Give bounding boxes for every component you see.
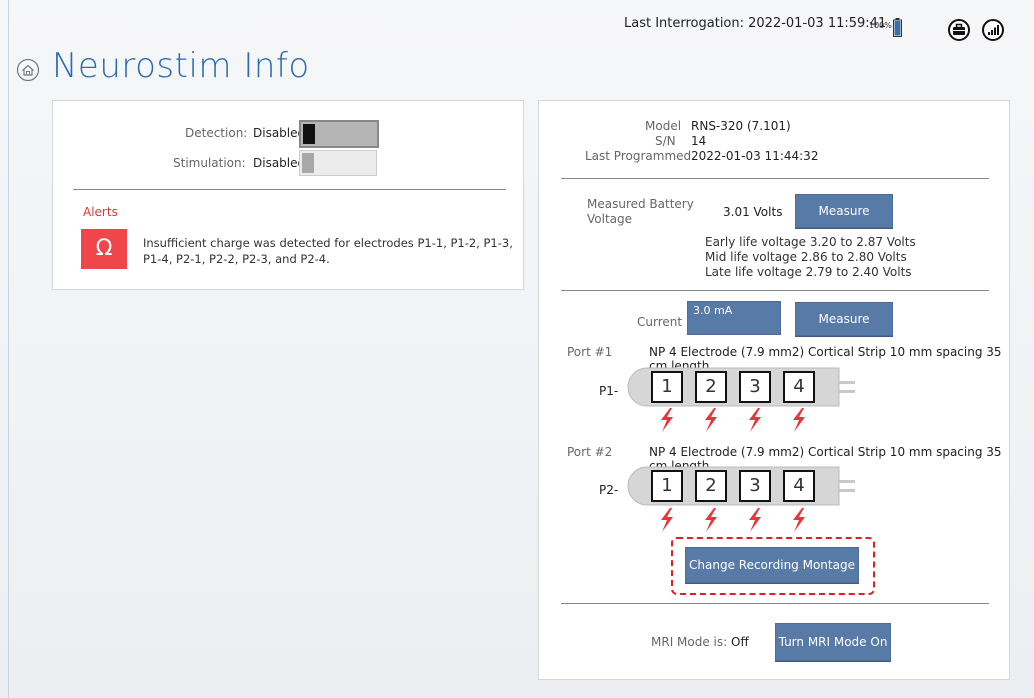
warning-bolt-icon (661, 508, 673, 532)
port1-lead-prefix: P1- (599, 384, 619, 398)
stimulation-value: Disabled (253, 156, 306, 170)
model-value: RNS-320 (7.101) (691, 119, 791, 133)
warning-bolt-icon (793, 508, 805, 532)
warning-bolt-icon (705, 508, 717, 532)
warning-bolt-icon (749, 408, 761, 432)
current-value-field[interactable]: 3.0 mA (687, 301, 781, 335)
electrode-p2-1[interactable]: 1 (651, 470, 683, 502)
late-life-voltage: Late life voltage 2.79 to 2.40 Volts (705, 265, 912, 279)
battery-label: Measured Battery Voltage (587, 197, 694, 226)
divider (73, 189, 506, 190)
detection-label: Detection: (185, 126, 248, 140)
electrode-p1-2[interactable]: 2 (695, 371, 727, 403)
alert-badge: Ω (81, 229, 127, 269)
stimulation-toggle-thumb (302, 153, 314, 173)
electrode-p1-1[interactable]: 1 (651, 371, 683, 403)
stimulation-label: Stimulation: (173, 156, 246, 170)
turn-mri-mode-on-button[interactable]: Turn MRI Mode On (775, 623, 891, 661)
battery-percent: 100% (869, 21, 892, 30)
warning-bolt-icon (661, 408, 673, 432)
model-label: Model (645, 119, 682, 133)
detection-toggle[interactable] (299, 120, 379, 148)
mri-value: Off (731, 635, 749, 649)
current-label: Current (637, 315, 683, 329)
status-panel: Detection: Disabled Stimulation: Disable… (52, 100, 524, 290)
detection-value: Disabled (253, 126, 306, 140)
sn-value: 14 (691, 134, 707, 148)
warning-bolt-icon (749, 508, 761, 532)
port2-lead-prefix: P2- (599, 483, 619, 497)
last-interrogation: Last Interrogation: 2022-01-03 11:59:41 (624, 16, 887, 31)
port1-label: Port #1 (567, 345, 613, 359)
device-panel: Model RNS-320 (7.101) S/N 14 Last Progra… (538, 100, 1010, 680)
briefcase-icon[interactable] (948, 19, 970, 41)
alert-message: Insufficient charge was detected for ele… (143, 236, 513, 266)
last-programmed-label: Last Programmed (585, 149, 692, 163)
stimulation-toggle[interactable] (299, 150, 377, 176)
warning-bolt-icon (705, 408, 717, 432)
current-measure-button[interactable]: Measure (795, 302, 893, 336)
battery-measure-button[interactable]: Measure (795, 194, 893, 228)
signal-icon[interactable] (982, 19, 1004, 41)
last-programmed-value: 2022-01-03 11:44:32 (691, 149, 819, 163)
electrode-p2-4[interactable]: 4 (783, 470, 815, 502)
divider (561, 603, 989, 604)
warning-bolt-icon (793, 408, 805, 432)
electrode-p2-3[interactable]: 3 (739, 470, 771, 502)
electrode-p1-4[interactable]: 4 (783, 371, 815, 403)
electrode-p1-3[interactable]: 3 (739, 371, 771, 403)
battery-value: 3.01 Volts (723, 205, 783, 219)
sn-label: S/N (655, 134, 676, 148)
mid-life-voltage: Mid life voltage 2.86 to 2.80 Volts (705, 250, 907, 264)
mri-label: MRI Mode is: (651, 635, 728, 649)
alerts-title: Alerts (83, 205, 118, 219)
change-recording-montage-button[interactable]: Change Recording Montage (685, 547, 859, 583)
port2-label: Port #2 (567, 445, 613, 459)
divider (561, 290, 989, 291)
detection-toggle-thumb (303, 124, 315, 144)
page-title: Neurostim Info (52, 46, 310, 86)
electrode-p2-2[interactable]: 2 (695, 470, 727, 502)
home-icon[interactable] (16, 58, 40, 82)
early-life-voltage: Early life voltage 3.20 to 2.87 Volts (705, 235, 916, 249)
battery-icon (893, 18, 902, 37)
divider (561, 178, 989, 179)
